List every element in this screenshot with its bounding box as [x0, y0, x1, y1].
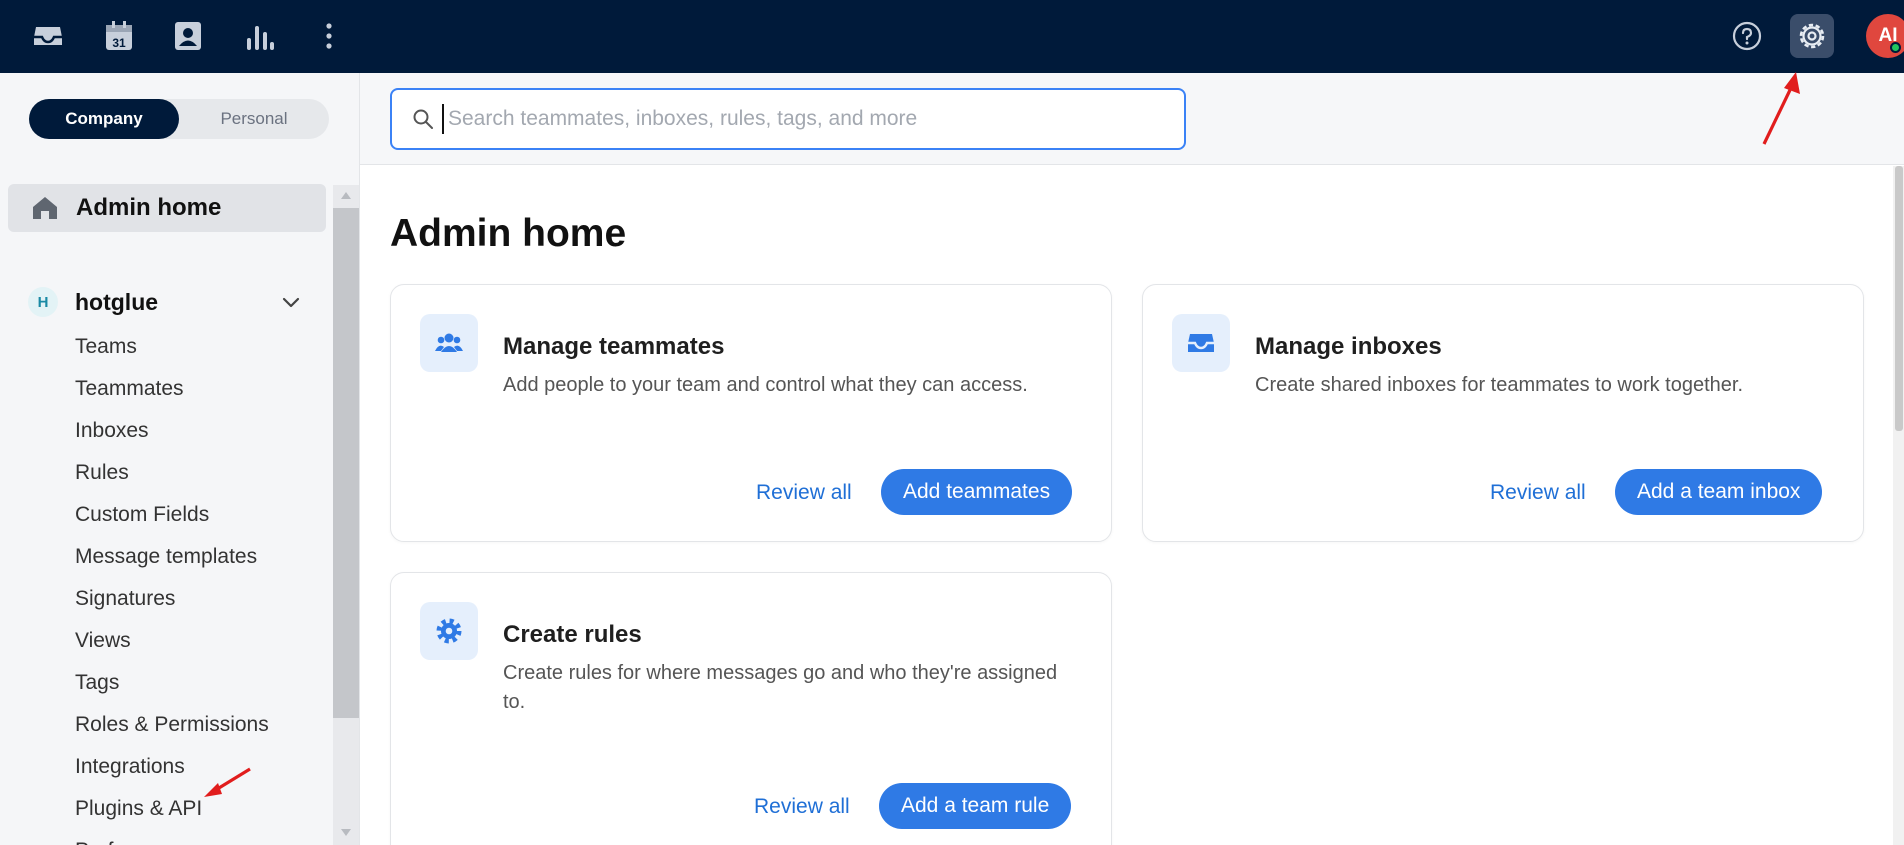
help-icon[interactable] [1725, 14, 1769, 58]
org-badge: H [28, 287, 58, 317]
search-field[interactable] [390, 88, 1186, 150]
home-icon [32, 195, 58, 221]
admin-sidebar: Company Personal Admin home H hotglue Te… [0, 73, 360, 845]
review-all-teammates-link[interactable]: Review all [756, 481, 852, 505]
scroll-down-arrow-icon[interactable] [340, 828, 352, 838]
online-status-dot [1890, 42, 1901, 53]
card-manage-inboxes: Manage inboxes Create shared inboxes for… [1142, 284, 1864, 542]
card-manage-teammates: Manage teammates Add people to your team… [390, 284, 1112, 542]
sidebar-item-teams[interactable]: Teams [75, 326, 269, 368]
text-caret [442, 104, 444, 134]
card-description: Add people to your team and control what… [503, 374, 1028, 396]
card-create-rules: Create rules Create rules for where mess… [390, 572, 1112, 845]
card-title: Manage inboxes [1255, 333, 1442, 360]
search-input[interactable] [448, 107, 1168, 131]
gear-icon [1799, 23, 1825, 49]
annotation-arrow-icon [204, 767, 251, 797]
calendar-icon[interactable]: 31 [97, 14, 141, 58]
sidebar-item-custom-fields[interactable]: Custom Fields [75, 494, 269, 536]
sidebar-item-preferences[interactable]: Preferences [75, 830, 269, 845]
sidebar-item-tags[interactable]: Tags [75, 662, 269, 704]
add-team-rule-button[interactable]: Add a team rule [879, 783, 1072, 829]
sidebar-item-teammates[interactable]: Teammates [75, 368, 269, 410]
more-vertical-icon[interactable] [307, 14, 351, 58]
sidebar-scrollbar-thumb[interactable] [333, 208, 359, 718]
sidebar-item-signatures[interactable]: Signatures [75, 578, 269, 620]
inbox-icon[interactable] [26, 14, 70, 58]
scope-company-button[interactable]: Company [29, 99, 179, 139]
card-description: Create rules for where messages go and w… [503, 662, 1058, 713]
analytics-icon[interactable] [238, 14, 282, 58]
top-navigation-bar: 31 [0, 0, 1904, 73]
scope-personal-button[interactable]: Personal [179, 99, 329, 139]
add-teammates-button[interactable]: Add teammates [881, 469, 1073, 515]
scope-toggle: Company Personal [29, 99, 329, 139]
review-all-rules-link[interactable]: Review all [754, 795, 850, 819]
card-title: Create rules [503, 621, 642, 648]
sidebar-item-views[interactable]: Views [75, 620, 269, 662]
org-name[interactable]: hotglue [75, 287, 158, 317]
sidebar-item-rules[interactable]: Rules [75, 452, 269, 494]
sidebar-item-label: Admin home [76, 194, 222, 221]
sidebar-item-inboxes[interactable]: Inboxes [75, 410, 269, 452]
scroll-up-arrow-icon[interactable] [340, 190, 352, 200]
add-team-inbox-button[interactable]: Add a team inbox [1615, 469, 1823, 515]
people-icon [420, 314, 478, 372]
gear-icon [420, 602, 478, 660]
review-all-inboxes-link[interactable]: Review all [1490, 481, 1586, 505]
chevron-down-icon[interactable] [280, 291, 302, 313]
inbox-icon [1172, 314, 1230, 372]
contacts-icon[interactable] [166, 14, 210, 58]
main-scrollbar-thumb[interactable] [1895, 166, 1903, 431]
annotation-arrow-icon [1762, 72, 1800, 145]
sidebar-item-admin-home[interactable]: Admin home [8, 184, 326, 232]
card-title: Manage teammates [503, 333, 725, 360]
page-title: Admin home [390, 212, 627, 255]
settings-button[interactable] [1790, 14, 1834, 58]
sidebar-item-message-templates[interactable]: Message templates [75, 536, 269, 578]
search-icon [413, 109, 433, 129]
calendar-day: 31 [112, 36, 126, 50]
sidebar-item-roles-permissions[interactable]: Roles & Permissions [75, 704, 269, 746]
card-description: Create shared inboxes for teammates to w… [1255, 374, 1744, 396]
